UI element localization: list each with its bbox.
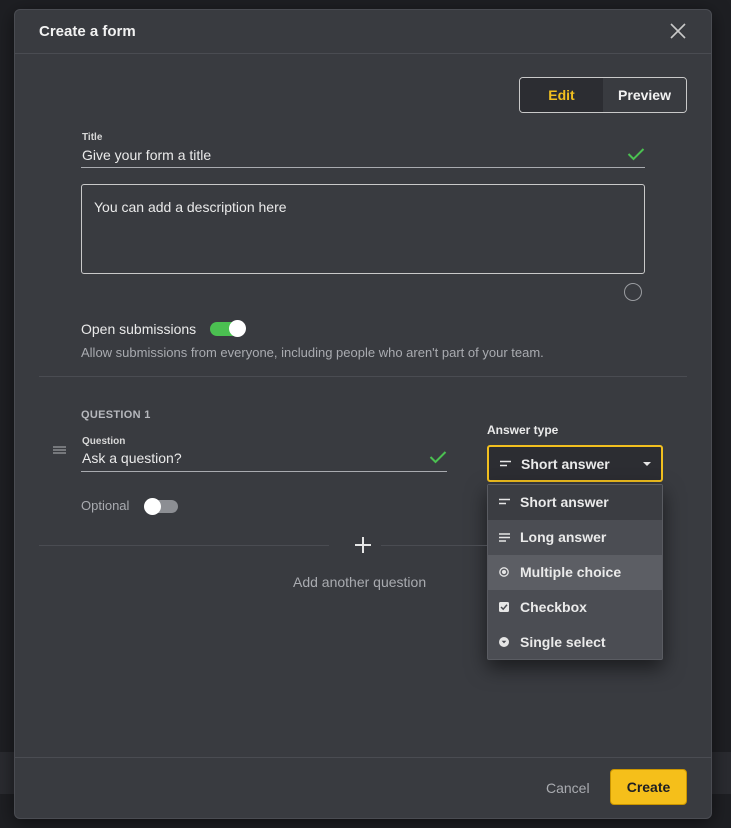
- optional-label: Optional: [81, 498, 130, 513]
- open-submissions-toggle[interactable]: [210, 320, 246, 337]
- open-submissions-help: Allow submissions from everyone, includi…: [81, 345, 544, 360]
- tab-preview[interactable]: Preview: [603, 78, 686, 112]
- menu-item-single-select[interactable]: Single select: [488, 625, 662, 660]
- question-input[interactable]: Ask a question?: [82, 450, 182, 466]
- menu-item-label: Short answer: [520, 494, 609, 510]
- cancel-button[interactable]: Cancel: [546, 780, 590, 796]
- plus-icon[interactable]: [354, 536, 372, 554]
- toggle-knob: [229, 320, 246, 337]
- answer-type-selected-value: Short answer: [521, 456, 610, 472]
- add-question-divider-left: [39, 545, 329, 546]
- menu-item-checkbox[interactable]: Checkbox: [488, 590, 662, 625]
- short-answer-icon: [499, 498, 510, 505]
- close-icon: [670, 23, 686, 39]
- title-input[interactable]: Give your form a title: [82, 147, 211, 163]
- tab-edit[interactable]: Edit: [520, 78, 603, 112]
- title-label: Title: [82, 132, 103, 143]
- modal-title: Create a form: [39, 23, 136, 40]
- modal-header: Create a form: [15, 10, 711, 54]
- menu-item-label: Single select: [520, 634, 606, 650]
- menu-item-multiple-choice[interactable]: Multiple choice: [488, 555, 662, 590]
- chevron-down-icon: [643, 462, 651, 466]
- toggle-knob: [144, 498, 161, 515]
- create-form-modal: Create a form Edit Preview Title Give yo…: [14, 9, 712, 819]
- section-divider: [39, 376, 687, 377]
- question-label: Question: [82, 436, 126, 447]
- add-question-divider-right: [381, 545, 487, 546]
- modal-footer: Cancel Create: [15, 757, 711, 819]
- question-valid-check-icon: [429, 451, 447, 464]
- answer-type-label: Answer type: [487, 423, 559, 437]
- answer-type-menu: Short answer Long answer Multiple choice…: [487, 484, 663, 660]
- question-heading: QUESTION 1: [81, 409, 151, 421]
- checkbox-icon: [499, 602, 509, 612]
- open-submissions-label: Open submissions: [81, 321, 197, 337]
- loading-spinner-icon: [624, 283, 642, 301]
- title-valid-check-icon: [627, 148, 645, 161]
- drag-handle-icon[interactable]: [53, 446, 66, 454]
- answer-type-select[interactable]: Short answer: [487, 445, 663, 482]
- menu-item-label: Checkbox: [520, 599, 587, 615]
- add-question-button[interactable]: Add another question: [293, 574, 426, 590]
- optional-toggle[interactable]: [144, 498, 178, 515]
- menu-item-label: Multiple choice: [520, 564, 622, 580]
- question-underline: [81, 471, 447, 472]
- short-answer-icon: [500, 460, 511, 467]
- radio-icon: [499, 567, 509, 577]
- title-underline: [81, 167, 645, 168]
- long-answer-icon: [499, 533, 510, 542]
- edit-preview-toggle: Edit Preview: [519, 77, 687, 113]
- menu-item-short-answer[interactable]: Short answer: [488, 485, 662, 520]
- create-button[interactable]: Create: [610, 769, 687, 805]
- menu-item-long-answer[interactable]: Long answer: [488, 520, 662, 555]
- menu-item-label: Long answer: [520, 529, 607, 545]
- single-select-icon: [499, 637, 509, 647]
- close-button[interactable]: [669, 22, 687, 40]
- description-textarea[interactable]: You can add a description here: [81, 184, 645, 274]
